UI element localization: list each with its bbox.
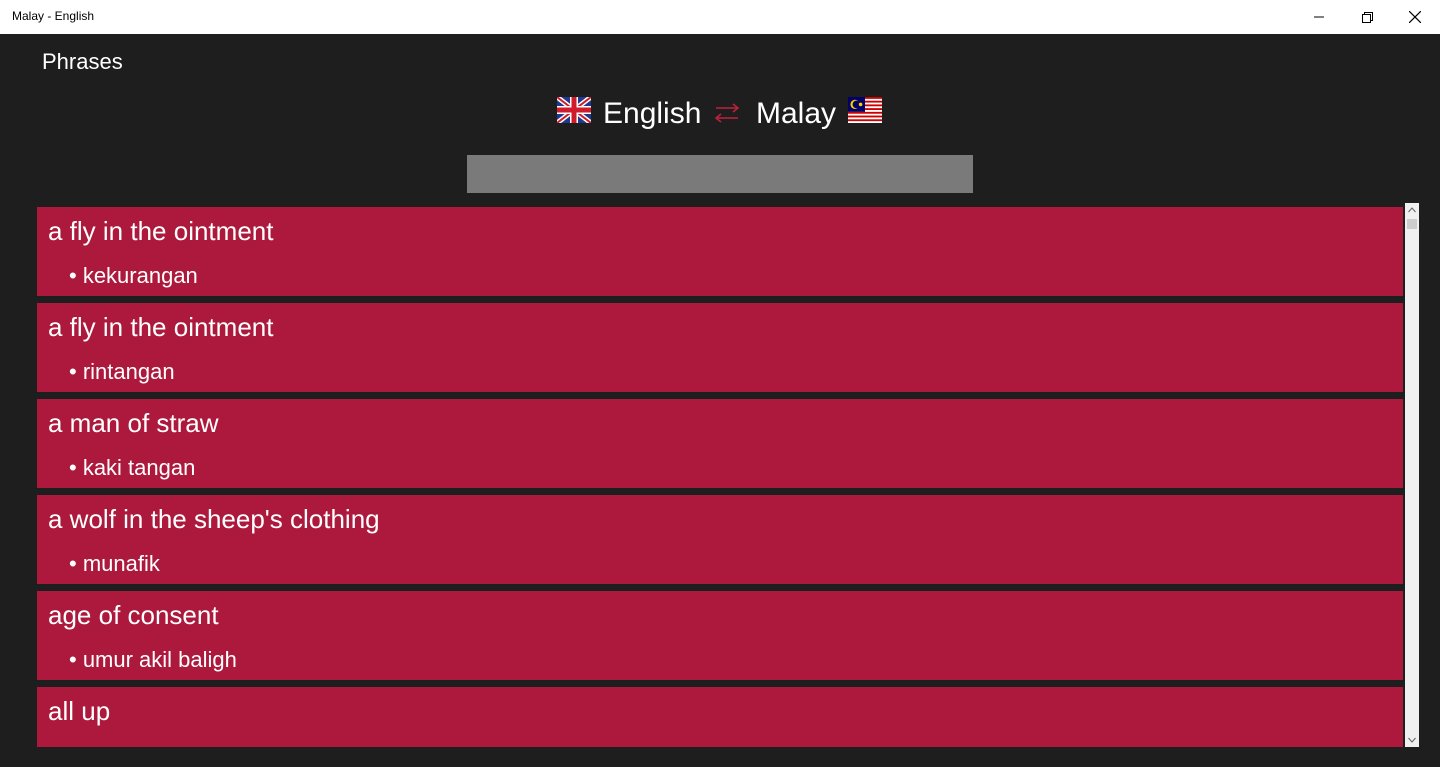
phrase-list-item[interactable]: all up bbox=[37, 687, 1403, 747]
malaysia-flag-icon bbox=[848, 97, 882, 123]
scroll-up-button[interactable] bbox=[1405, 203, 1419, 217]
minimize-icon bbox=[1314, 16, 1324, 18]
phrase-translation: • kaki tangan bbox=[69, 455, 196, 480]
minimize-button[interactable] bbox=[1296, 0, 1342, 34]
restore-button[interactable] bbox=[1344, 0, 1390, 34]
phrase-text: a fly in the ointment bbox=[48, 216, 274, 246]
close-button[interactable] bbox=[1392, 0, 1438, 34]
restore-icon bbox=[1361, 11, 1373, 23]
scroll-thumb[interactable] bbox=[1407, 219, 1417, 229]
swap-arrows-icon[interactable] bbox=[714, 102, 740, 124]
phrase-text: a man of straw bbox=[48, 408, 219, 438]
chevron-down-icon bbox=[1408, 737, 1416, 743]
source-language[interactable]: English bbox=[603, 94, 701, 134]
search-input[interactable] bbox=[467, 155, 973, 193]
window-title: Malay - English bbox=[12, 9, 95, 23]
page-title: Phrases bbox=[42, 49, 123, 74]
phrase-text: all up bbox=[48, 696, 111, 726]
vertical-scrollbar[interactable] bbox=[1405, 203, 1419, 747]
phrase-translation: • kekurangan bbox=[69, 263, 198, 288]
phrase-text: a fly in the ointment bbox=[48, 312, 274, 342]
phrase-list-item[interactable]: a fly in the ointment • rintangan bbox=[37, 303, 1403, 392]
uk-flag-icon bbox=[557, 97, 591, 123]
phrase-list: a fly in the ointment • kekurangan a fly i… bbox=[37, 207, 1403, 747]
scroll-down-button[interactable] bbox=[1405, 733, 1419, 747]
app-content: Phrases English Malay a fly in the ointm… bbox=[0, 34, 1440, 767]
chevron-up-icon bbox=[1408, 207, 1416, 213]
phrase-translation: • munafik bbox=[69, 551, 160, 576]
language-switcher: English Malay bbox=[0, 94, 1440, 134]
phrase-text: age of consent bbox=[48, 600, 219, 630]
window-title-bar: Malay - English bbox=[0, 0, 1440, 34]
phrase-list-item[interactable]: a wolf in the sheep's clothing • munafik bbox=[37, 495, 1403, 584]
phrase-text: a wolf in the sheep's clothing bbox=[48, 504, 380, 534]
phrase-translation: • umur akil baligh bbox=[69, 647, 237, 672]
phrase-translation: • rintangan bbox=[69, 359, 175, 384]
target-language[interactable]: Malay bbox=[756, 94, 836, 134]
phrase-list-item[interactable]: a fly in the ointment • kekurangan bbox=[37, 207, 1403, 296]
phrase-list-item[interactable]: a man of straw • kaki tangan bbox=[37, 399, 1403, 488]
close-icon bbox=[1409, 11, 1421, 23]
phrase-list-item[interactable]: age of consent • umur akil baligh bbox=[37, 591, 1403, 680]
